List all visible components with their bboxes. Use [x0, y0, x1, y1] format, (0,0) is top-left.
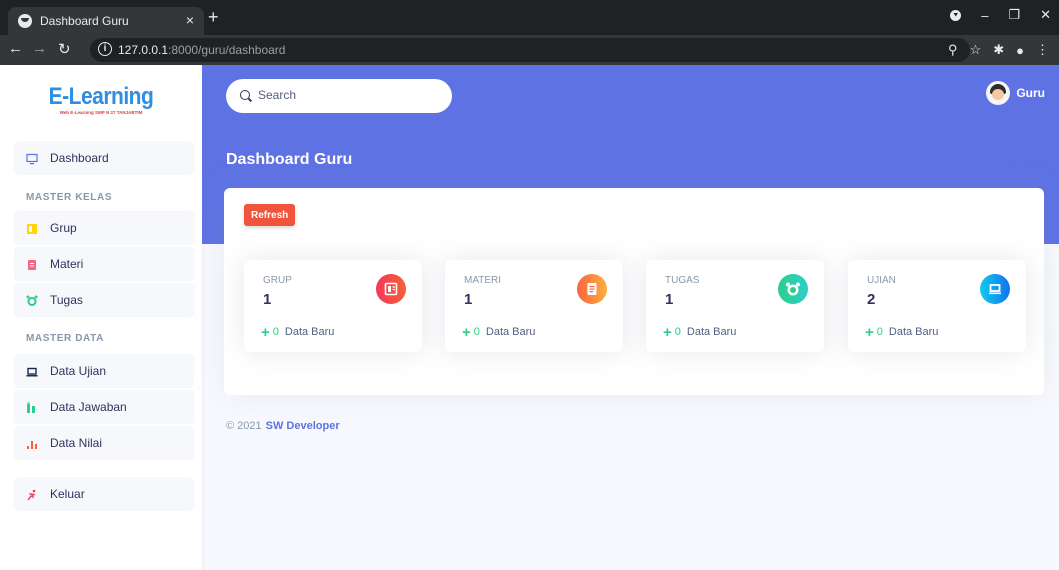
new-label: Data Baru	[686, 326, 737, 338]
sidebar-item-label: Data Ujian	[50, 364, 107, 378]
stat-footer: + 0 Data Baru	[663, 323, 737, 341]
stat-value: 1	[263, 291, 272, 308]
logo[interactable]: E-Learning Web E-Learning SMP N 27 TANJA…	[0, 83, 202, 115]
key-icon[interactable]: ⚲	[948, 42, 958, 58]
search-icon	[240, 90, 250, 100]
more-menu-icon[interactable]: ⋮	[1036, 42, 1049, 58]
tab-title: Dashboard Guru	[40, 14, 129, 28]
site-info-icon[interactable]: i	[98, 42, 112, 56]
sidebar-item-label: Data Nilai	[50, 436, 103, 450]
search-input[interactable]	[258, 88, 438, 102]
profile-menu-icon[interactable]	[950, 9, 962, 21]
profile-avatar-icon[interactable]: ●	[1016, 43, 1024, 58]
alarm-clock-icon	[26, 294, 38, 306]
url-field[interactable]: i 127.0.0.1:8000/guru/dashboard	[90, 38, 970, 62]
sidebar-item-label: Grup	[50, 221, 77, 235]
stat-footer: + 0 Data Baru	[261, 323, 335, 341]
stat-card-materi[interactable]: MATERI 1 + 0 Data Baru	[445, 260, 623, 352]
sidebar-item-data-nilai[interactable]: Data Nilai	[14, 426, 194, 460]
laptop-icon	[26, 365, 38, 377]
plus-icon: +	[663, 323, 672, 341]
back-icon[interactable]: ←	[8, 40, 23, 57]
stat-label: MATERI	[464, 275, 502, 286]
stat-card-tugas[interactable]: TUGAS 1 + 0 Data Baru	[646, 260, 824, 352]
stat-value: 2	[867, 291, 876, 308]
developer-link[interactable]: SW Developer	[266, 420, 340, 432]
answers-icon	[26, 401, 38, 413]
sidebar-item-data-ujian[interactable]: Data Ujian	[14, 354, 194, 388]
running-man-icon	[26, 488, 38, 501]
sidebar-item-materi[interactable]: Materi	[14, 247, 194, 281]
stat-value: 1	[665, 291, 674, 308]
page-title: Dashboard Guru	[226, 151, 353, 168]
stat-label: GRUP	[263, 275, 292, 286]
minimize-button[interactable]: –	[981, 8, 988, 23]
new-count: 0	[473, 326, 480, 338]
plus-icon: +	[462, 323, 471, 341]
footer: © 2021 SW Developer	[226, 420, 340, 432]
plus-icon: +	[261, 323, 270, 341]
document-icon	[577, 274, 607, 304]
forward-icon[interactable]: →	[32, 40, 47, 57]
bookmark-star-icon[interactable]: ☆	[970, 42, 982, 58]
new-count: 0	[674, 326, 681, 338]
section-heading-master-kelas: MASTER KELAS	[26, 192, 113, 203]
url-path: :8000/guru/dashboard	[168, 43, 286, 57]
url-host: 127.0.0.1	[118, 43, 169, 57]
search-box[interactable]	[226, 79, 452, 113]
stat-card-grup[interactable]: GRUP 1 + 0 Data Baru	[244, 260, 422, 352]
refresh-button[interactable]: Refresh	[244, 204, 296, 226]
new-label: Data Baru	[284, 326, 335, 338]
bar-chart-icon	[26, 437, 38, 449]
extensions-icon[interactable]: ✱	[993, 42, 1004, 58]
dashboard-card: Refresh GRUP 1 + 0 Data Baru MATERI 1 + …	[224, 188, 1044, 395]
new-label: Data Baru	[485, 326, 536, 338]
sidebar-item-label: Materi	[50, 257, 84, 271]
restore-button[interactable]: ❐	[1008, 7, 1020, 23]
stat-label: TUGAS	[665, 275, 700, 286]
sidebar-item-grup[interactable]: Grup	[14, 211, 194, 245]
user-menu[interactable]: Guru	[986, 81, 1045, 105]
reload-icon[interactable]: ↻	[58, 40, 71, 58]
copyright-text: © 2021	[226, 420, 262, 432]
close-window-button[interactable]: ✕	[1040, 7, 1051, 23]
avatar	[986, 81, 1011, 105]
new-tab-button[interactable]: +	[208, 7, 219, 28]
stat-value: 1	[464, 291, 473, 308]
new-count: 0	[876, 326, 883, 338]
sidebar-item-label: Keluar	[50, 487, 85, 501]
section-heading-master-data: MASTER DATA	[26, 333, 104, 344]
address-bar: ← → ↻ i 127.0.0.1:8000/guru/dashboard ⚲ …	[0, 35, 1059, 65]
sidebar-item-tugas[interactable]: Tugas	[14, 283, 194, 317]
sidebar-item-keluar[interactable]: Keluar	[14, 477, 194, 511]
stat-footer: + 0 Data Baru	[865, 323, 939, 341]
plus-icon: +	[865, 323, 874, 341]
alarm-clock-icon	[778, 274, 808, 304]
stat-card-ujian[interactable]: UJIAN 2 + 0 Data Baru	[848, 260, 1026, 352]
stat-footer: + 0 Data Baru	[462, 323, 536, 341]
sidebar: E-Learning Web E-Learning SMP N 27 TANJA…	[0, 65, 202, 570]
browser-tab[interactable]: Dashboard Guru ×	[8, 7, 204, 35]
tab-close-button[interactable]: ×	[186, 12, 194, 28]
stat-label: UJIAN	[867, 275, 896, 286]
new-count: 0	[272, 326, 279, 338]
laptop-icon	[980, 274, 1010, 304]
sidebar-item-data-jawaban[interactable]: Data Jawaban	[14, 390, 194, 424]
group-icon	[376, 274, 406, 304]
favicon-icon	[18, 14, 32, 28]
sidebar-item-dashboard[interactable]: Dashboard	[14, 141, 194, 175]
new-label: Data Baru	[888, 326, 939, 338]
sidebar-item-label: Tugas	[50, 293, 83, 307]
monitor-icon	[26, 152, 38, 165]
sidebar-item-label: Data Jawaban	[50, 400, 127, 414]
group-icon	[26, 222, 38, 234]
document-icon	[26, 258, 38, 270]
browser-tab-bar: Dashboard Guru × + – ❐ ✕	[0, 0, 1059, 35]
user-name: Guru	[1016, 86, 1045, 100]
sidebar-item-label: Dashboard	[50, 151, 109, 165]
